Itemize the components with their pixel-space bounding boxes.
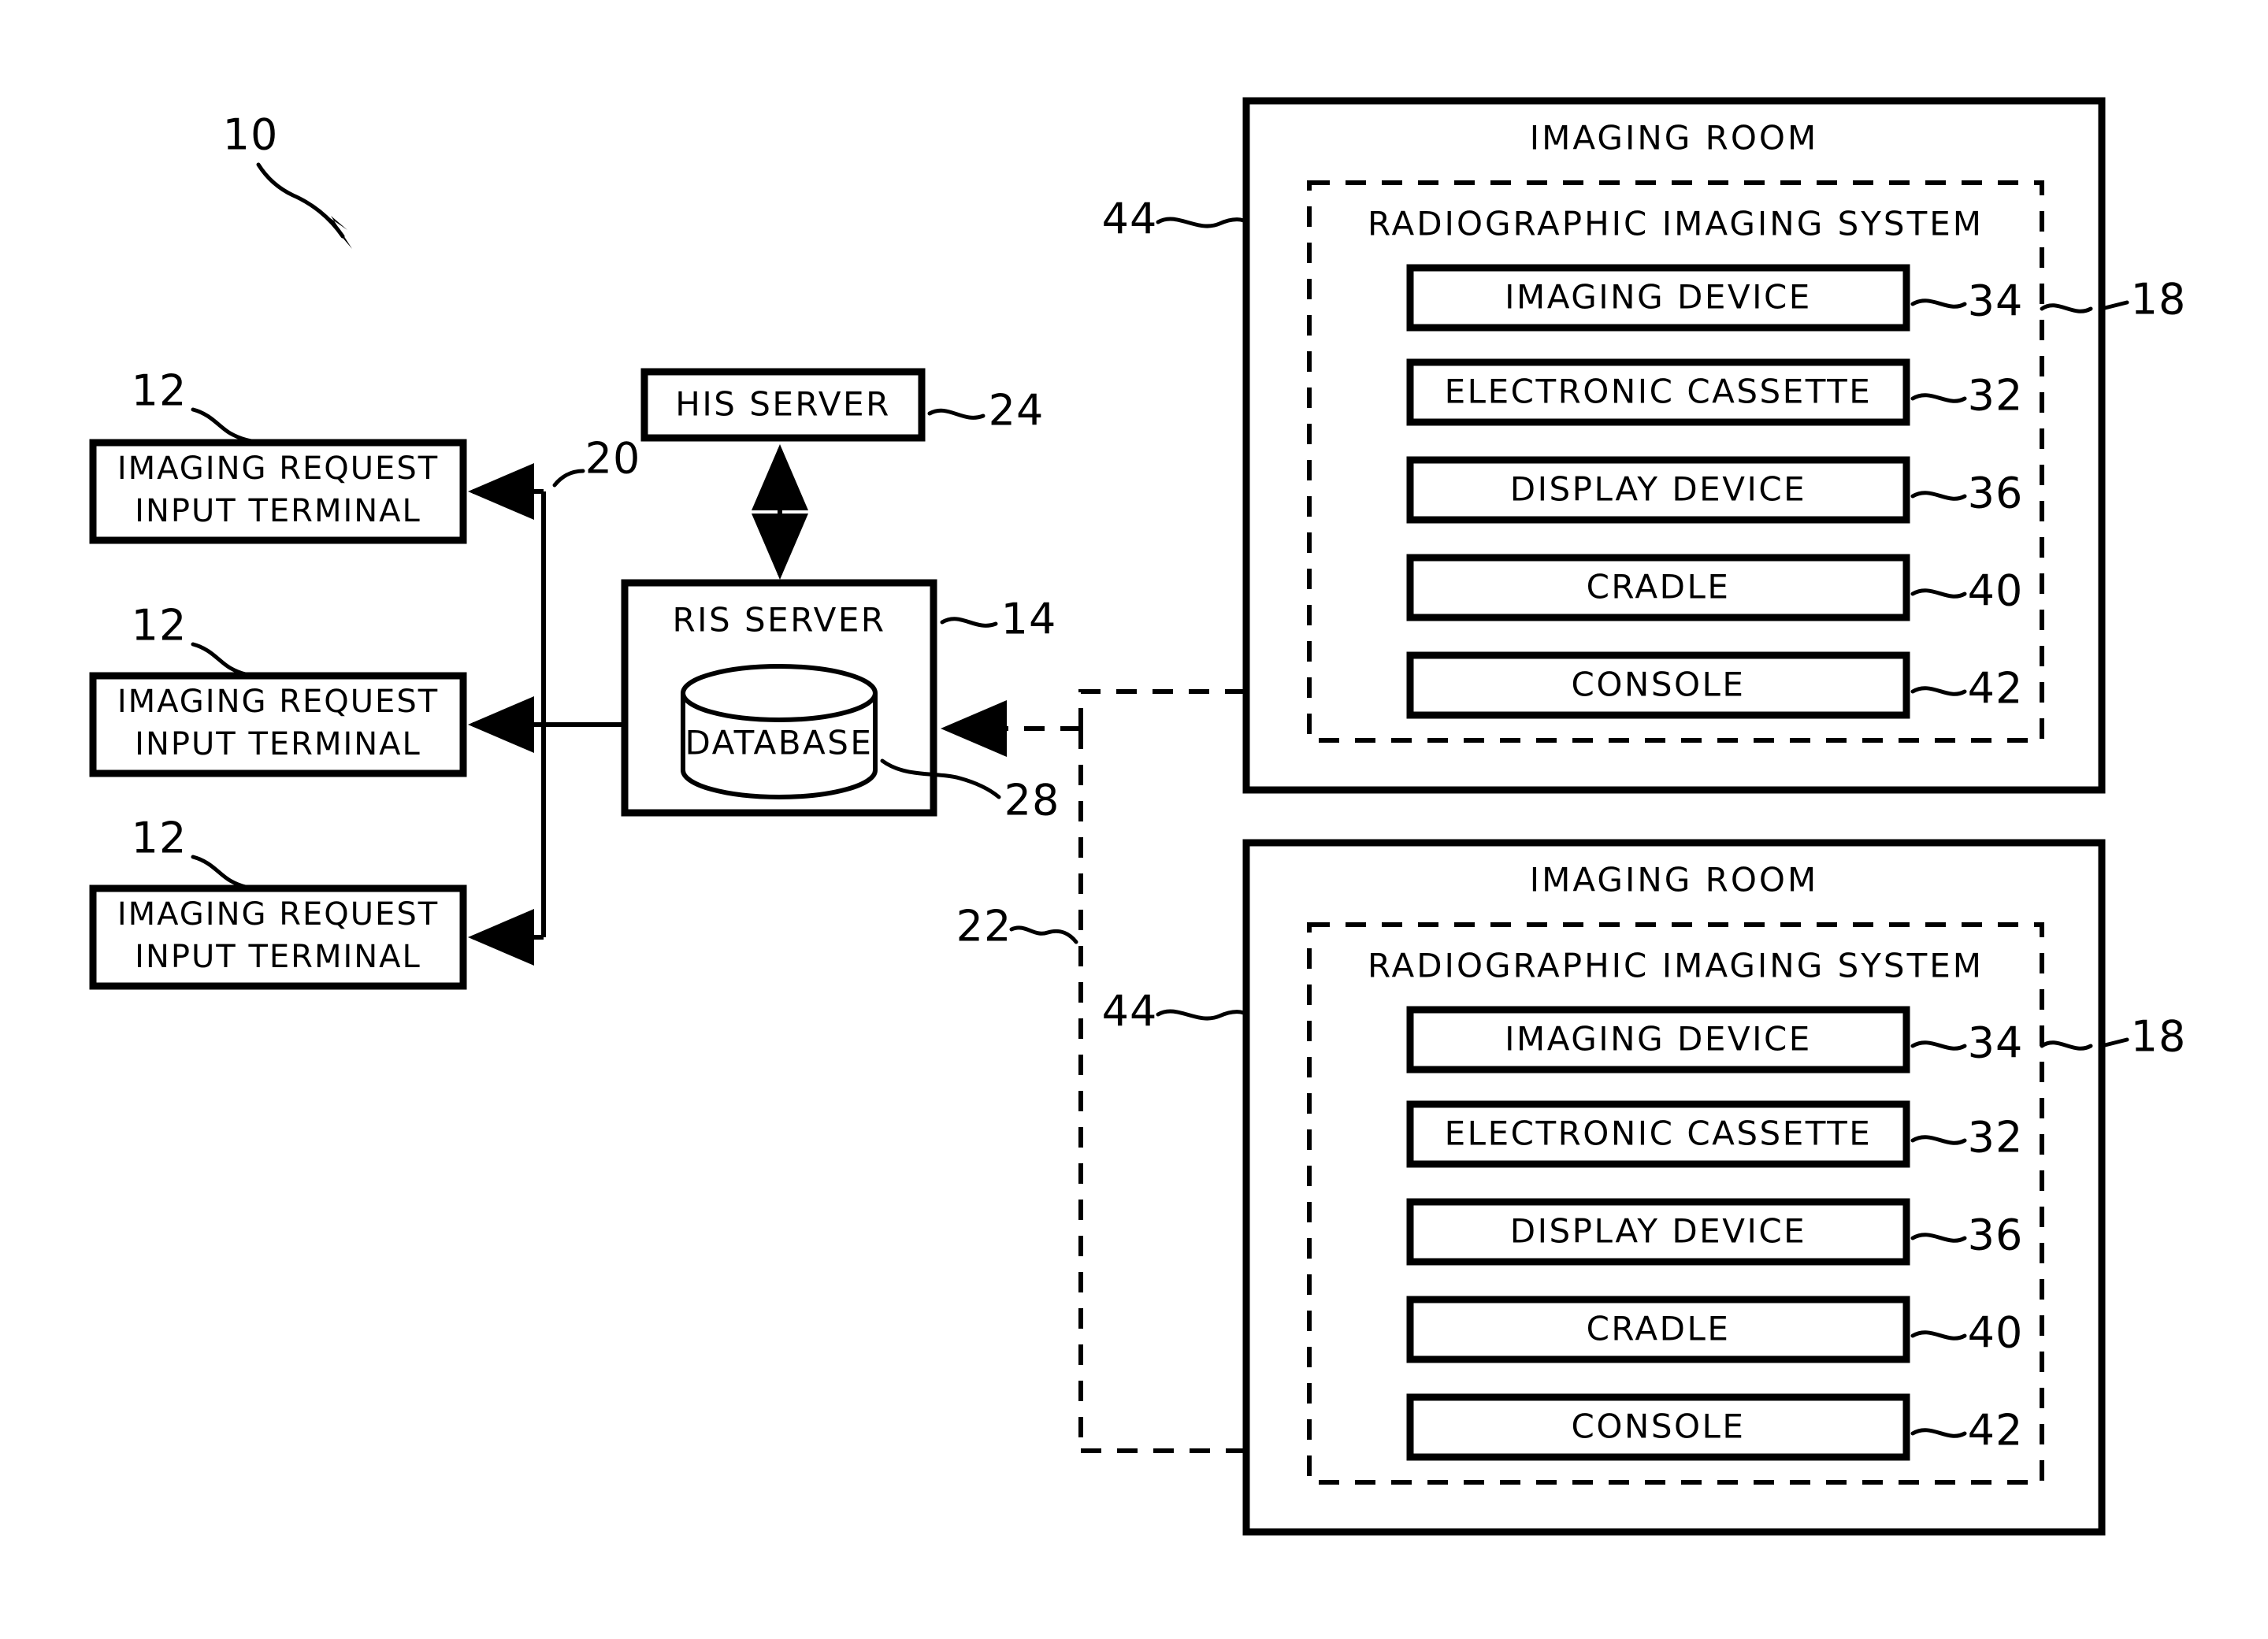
database-label: DATABASE [685, 724, 874, 762]
his-server-ref: 24 [989, 386, 1045, 436]
room-1-device-label-2: DISPLAY DEVICE [1510, 470, 1806, 509]
terminal-label-1-line1: IMAGING REQUEST [117, 451, 439, 487]
room-1-device-ref-2: 36 [1968, 469, 2024, 518]
lan-ref-20: 20 [585, 434, 641, 484]
terminal-label-2-line2: INPUT TERMINAL [135, 726, 421, 762]
room-1-device-label-0: IMAGING DEVICE [1505, 278, 1812, 317]
room-1-device-ref-3: 40 [1968, 566, 2024, 616]
room-2-device-ref-0: 34 [1968, 1018, 2024, 1068]
terminal-label-3-line2: INPUT TERMINAL [135, 939, 421, 975]
room-2-device-label-3: CRADLE [1587, 1310, 1731, 1348]
room-1-system-title: RADIOGRAPHIC IMAGING SYSTEM [1368, 205, 1984, 243]
terminal-ref-2: 12 [132, 601, 187, 651]
room-1-device-label-4: CONSOLE [1572, 666, 1746, 704]
terminal-ref-3: 12 [132, 814, 187, 863]
diagram-svg: 10 12 12 12 IMAGING REQUEST INPUT TERMIN… [89, 97, 2187, 1536]
database-ref: 28 [1004, 776, 1060, 825]
room-2-device-label-1: ELECTRONIC CASSETTE [1445, 1114, 1873, 1153]
room-2-system-ref-18: 18 [2131, 1012, 2187, 1062]
room-2-device-label-0: IMAGING DEVICE [1505, 1020, 1812, 1059]
room-2-system-title: RADIOGRAPHIC IMAGING SYSTEM [1368, 947, 1984, 985]
room-1-system-ref-18: 18 [2131, 275, 2187, 324]
room-2-ref-44: 44 [1102, 987, 1158, 1036]
terminal-label-2-line1: IMAGING REQUEST [117, 684, 439, 720]
patent-figure-canvas: 10 12 12 12 IMAGING REQUEST INPUT TERMIN… [0, 0, 2268, 1639]
room-1-device-ref-1: 32 [1968, 371, 2024, 421]
terminal-label-1-line2: INPUT TERMINAL [135, 493, 421, 529]
room-2-device-ref-4: 42 [1968, 1406, 2024, 1455]
room-1-device-label-1: ELECTRONIC CASSETTE [1445, 373, 1873, 411]
room-1-device-label-3: CRADLE [1587, 568, 1731, 606]
figure-ref-10: 10 [223, 110, 279, 160]
room-2-device-label-2: DISPLAY DEVICE [1510, 1212, 1806, 1251]
terminal-ref-1: 12 [132, 366, 187, 416]
room-1-ref-44: 44 [1102, 195, 1158, 244]
room-1-device-ref-4: 42 [1968, 664, 2024, 714]
ris-server-label: RIS SERVER [672, 601, 885, 640]
room-2-title: IMAGING ROOM [1530, 861, 1818, 899]
room-2-device-ref-3: 40 [1968, 1308, 2024, 1358]
room-1-title: IMAGING ROOM [1530, 119, 1818, 158]
ris-server-ref: 14 [1001, 595, 1057, 644]
terminal-label-3-line1: IMAGING REQUEST [117, 896, 439, 933]
his-server-label: HIS SERVER [675, 385, 891, 424]
room-2-device-label-4: CONSOLE [1572, 1407, 1746, 1446]
wireless-ref-22: 22 [956, 902, 1012, 951]
figure-ref-10-leader [256, 162, 352, 249]
room-2-device-ref-2: 36 [1968, 1211, 2024, 1260]
room-2-device-ref-1: 32 [1968, 1113, 2024, 1163]
room-1-device-ref-0: 34 [1968, 276, 2024, 326]
